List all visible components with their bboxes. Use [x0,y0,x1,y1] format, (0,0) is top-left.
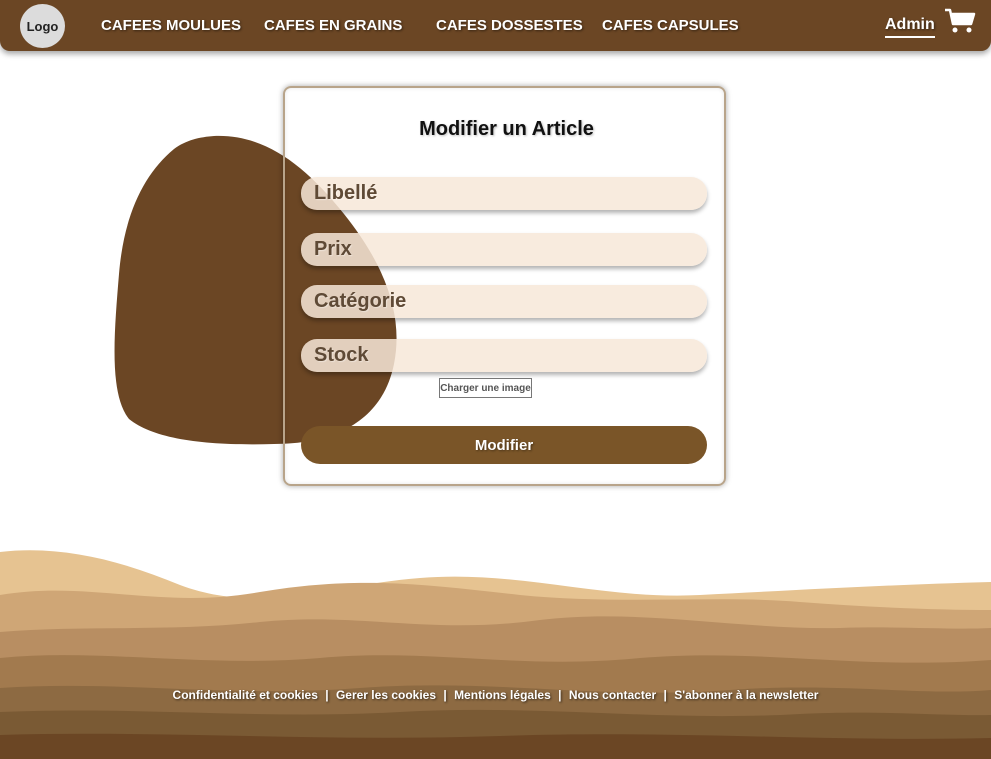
footer-separator: | [443,688,447,702]
categorie-field[interactable] [301,285,707,318]
nav-link-cafes-capsules[interactable]: CAFES CAPSULES [602,17,739,34]
footer-link-nous-contacter[interactable]: Nous contacter [569,688,656,702]
footer-waves [0,550,991,759]
libelle-field[interactable] [301,177,707,210]
logo[interactable]: Logo [20,4,65,48]
nav-link-cafees-moulues[interactable]: CAFEES MOULUES [101,17,241,34]
footer-link-newsletter[interactable]: S'abonner à la newsletter [674,688,818,702]
form-title: Modifier un Article [419,118,594,140]
admin-link[interactable]: Admin [885,16,935,38]
top-navbar: Logo CAFEES MOULUES CAFES EN GRAINS CAFE… [0,0,991,51]
prix-field[interactable] [301,233,707,266]
modifier-button[interactable]: Modifier [301,426,707,464]
footer-link-gerer-cookies[interactable]: Gerer les cookies [336,688,436,702]
edit-article-form: Modifier un Article Charger une image Mo… [283,86,726,486]
footer-link-mentions-legales[interactable]: Mentions légales [454,688,551,702]
footer-separator: | [663,688,667,702]
footer-link-confidentialite[interactable]: Confidentialité et cookies [173,688,318,702]
footer-links: Confidentialité et cookies | Gerer les c… [0,688,991,702]
stock-field[interactable] [301,339,707,372]
footer-separator: | [558,688,562,702]
upload-image-button[interactable]: Charger une image [439,378,532,398]
nav-link-cafes-dossestes[interactable]: CAFES DOSSESTES [436,17,583,34]
cart-icon[interactable] [944,8,976,34]
footer-separator: | [325,688,329,702]
nav-link-cafes-en-grains[interactable]: CAFES EN GRAINS [264,17,402,34]
